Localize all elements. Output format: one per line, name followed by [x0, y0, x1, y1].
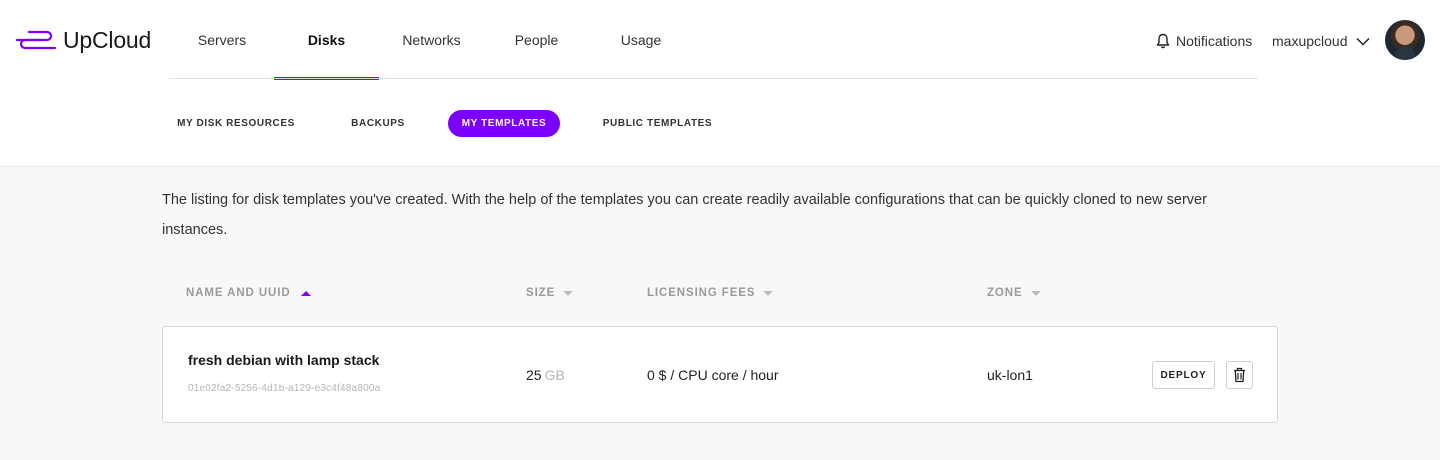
subtab-public-templates[interactable]: PUBLIC TEMPLATES	[592, 110, 723, 137]
chevron-down-icon	[1355, 37, 1370, 46]
sort-caret-icon	[763, 290, 774, 296]
deploy-button[interactable]: DEPLOY	[1152, 361, 1215, 389]
column-header-size[interactable]: SIZE	[526, 284, 574, 302]
nav-divider	[169, 78, 1258, 79]
template-size: 25 GB	[526, 367, 565, 383]
upcloud-logo-icon	[15, 30, 57, 50]
nav-item-usage[interactable]: Usage	[597, 0, 685, 80]
nav-item-people[interactable]: People	[494, 0, 579, 80]
notifications-label: Notifications	[1176, 33, 1253, 49]
user-menu[interactable]: maxupcloud	[1272, 31, 1370, 51]
nav-item-networks[interactable]: Networks	[383, 0, 480, 80]
upcloud-logo[interactable]: UpCloud	[15, 26, 151, 54]
nav-item-disks[interactable]: Disks	[274, 0, 379, 80]
template-licensing-fees: 0 $ / CPU core / hour	[647, 367, 779, 383]
nav-item-servers[interactable]: Servers	[175, 0, 269, 80]
sort-caret-icon	[563, 290, 574, 296]
column-header-name[interactable]: NAME AND UUID	[186, 284, 311, 302]
template-zone: uk-lon1	[987, 367, 1033, 383]
template-size-unit: GB	[544, 367, 565, 383]
column-header-zone-label: ZONE	[987, 287, 1023, 299]
template-size-value: 25	[526, 367, 542, 383]
avatar[interactable]	[1385, 20, 1425, 60]
template-uuid: 01e02fa2-5256-4d1b-a129-e3c4f48a800a	[188, 383, 381, 394]
sort-caret-icon	[1030, 290, 1041, 296]
subtab-my-templates[interactable]: MY TEMPLATES	[448, 110, 560, 137]
sort-ascending-icon	[300, 290, 311, 296]
template-name: fresh debian with lamp stack	[188, 352, 380, 368]
column-header-fees-label: LICENSING FEES	[647, 287, 756, 299]
column-header-licensing-fees[interactable]: LICENSING FEES	[647, 284, 774, 302]
bell-icon	[1156, 33, 1170, 49]
table-row: fresh debian with lamp stack 01e02fa2-52…	[162, 326, 1278, 423]
trash-icon	[1234, 367, 1245, 383]
column-header-zone[interactable]: ZONE	[987, 284, 1041, 302]
page-description: The listing for disk templates you've cr…	[162, 192, 1207, 238]
brand-name: UpCloud	[63, 26, 152, 53]
username: maxupcloud	[1272, 33, 1348, 49]
notifications-button[interactable]: Notifications	[1156, 31, 1252, 51]
subtab-my-disk-resources[interactable]: MY DISK RESOURCES	[168, 110, 304, 137]
column-header-size-label: SIZE	[526, 287, 556, 299]
column-header-name-label: NAME AND UUID	[186, 287, 291, 299]
delete-template-button[interactable]	[1226, 361, 1253, 389]
top-bar: UpCloud Servers Disks Networks People Us…	[0, 0, 1440, 167]
subtab-backups[interactable]: BACKUPS	[340, 110, 416, 137]
